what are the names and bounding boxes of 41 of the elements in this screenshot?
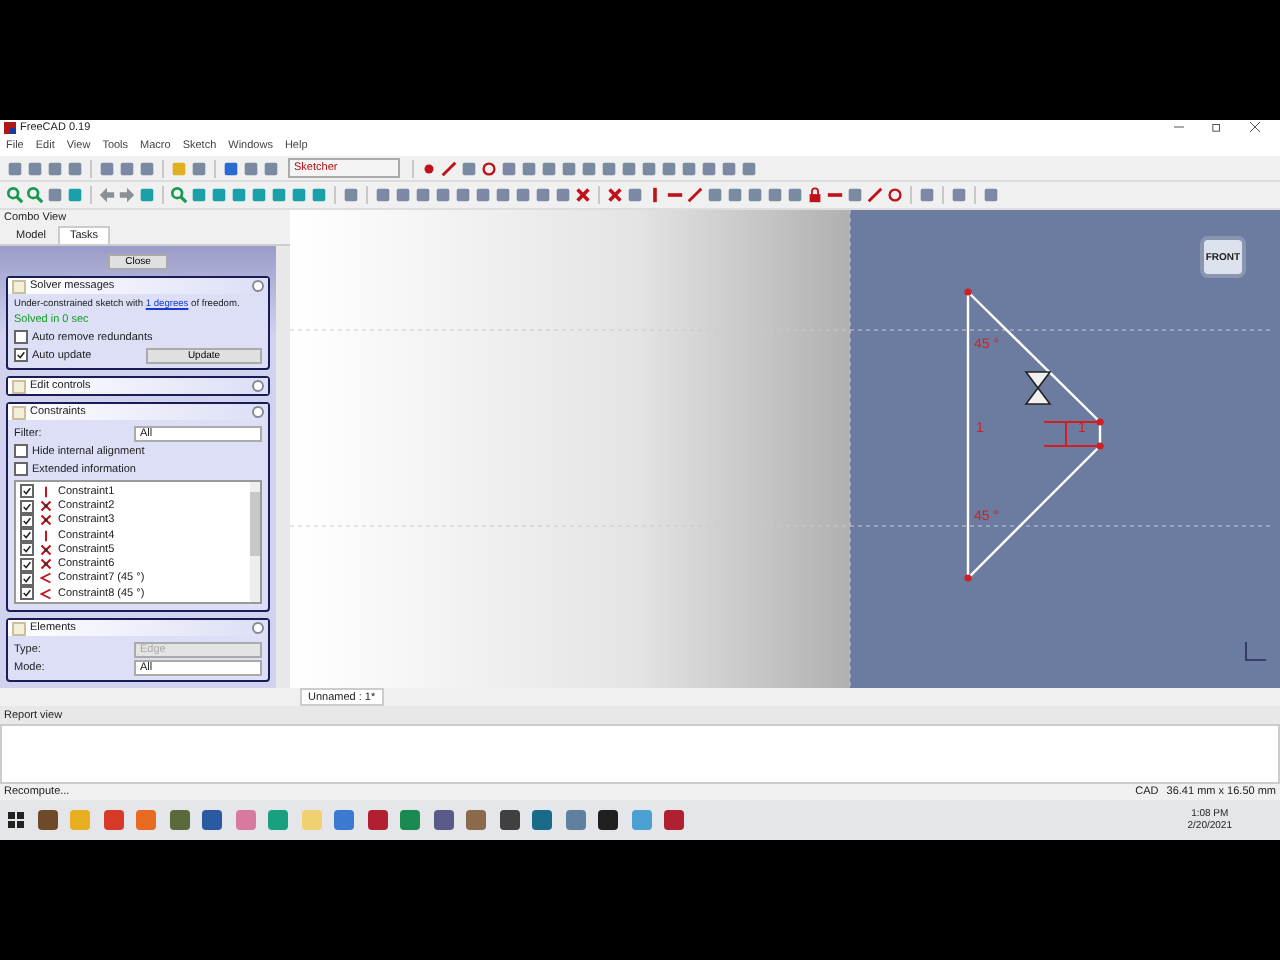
tool-icon[interactable] bbox=[846, 186, 864, 205]
checkbox[interactable] bbox=[20, 557, 34, 572]
line-icon[interactable] bbox=[686, 186, 704, 205]
checkbox[interactable] bbox=[20, 528, 34, 543]
checkbox[interactable] bbox=[20, 586, 34, 601]
magnifier-icon[interactable] bbox=[26, 186, 44, 205]
checkbox[interactable] bbox=[14, 462, 28, 477]
app-icon[interactable] bbox=[499, 810, 519, 831]
lock-icon[interactable] bbox=[806, 186, 824, 205]
minimize-icon[interactable] bbox=[1174, 122, 1184, 133]
checkbox[interactable] bbox=[20, 542, 34, 557]
section-icon bbox=[12, 279, 26, 294]
cross-icon[interactable] bbox=[606, 186, 624, 205]
app-logo-icon bbox=[4, 121, 16, 134]
checkbox[interactable] bbox=[14, 348, 28, 363]
cross-icon[interactable] bbox=[574, 186, 592, 205]
restore-icon[interactable] bbox=[1212, 122, 1222, 133]
vertical-line-icon bbox=[40, 529, 52, 542]
section-icon bbox=[12, 621, 26, 636]
point-icon[interactable] bbox=[420, 159, 438, 178]
app-icon[interactable] bbox=[37, 810, 57, 831]
line-icon[interactable] bbox=[866, 186, 884, 205]
axis-icon bbox=[1245, 641, 1267, 662]
vertical-line-icon bbox=[40, 485, 52, 498]
checkbox[interactable] bbox=[14, 444, 28, 459]
scrollbar[interactable] bbox=[250, 482, 260, 603]
cube-icon[interactable] bbox=[66, 186, 84, 205]
checkbox[interactable] bbox=[14, 330, 28, 345]
close-icon[interactable] bbox=[1250, 122, 1260, 133]
magnifier-icon[interactable] bbox=[6, 186, 24, 205]
magnifier-icon[interactable] bbox=[170, 186, 188, 205]
cube-icon[interactable] bbox=[138, 186, 156, 205]
hourglass-icon bbox=[1024, 371, 1052, 406]
checkbox[interactable] bbox=[20, 484, 34, 499]
windows-logo-icon[interactable] bbox=[8, 812, 24, 829]
checkbox[interactable] bbox=[20, 499, 34, 514]
circle-icon[interactable] bbox=[480, 159, 498, 178]
line-icon[interactable] bbox=[440, 159, 458, 178]
app-icon[interactable] bbox=[598, 810, 618, 831]
circle-icon[interactable] bbox=[886, 186, 904, 205]
scrollbar[interactable] bbox=[276, 246, 290, 689]
